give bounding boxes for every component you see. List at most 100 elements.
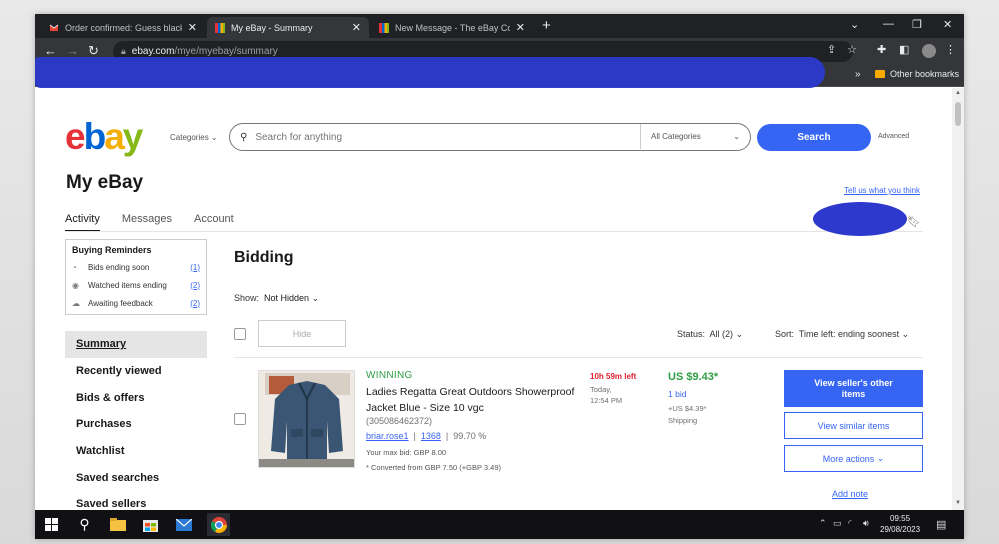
ebay-page: ebay Categories ⌄ ⚲ All Categories ⌄ Sea… [35, 88, 952, 510]
sidebar-item-watchlist[interactable]: Watchlist [65, 438, 207, 465]
taskbar-clock[interactable]: 09:55 29/08/2023 [880, 513, 920, 535]
bookmark-icon[interactable]: 🔖︎ [907, 215, 921, 228]
page-title: My eBay [66, 172, 144, 193]
forward-icon[interactable]: → [66, 44, 79, 58]
windows-start-icon[interactable] [42, 515, 61, 534]
store-icon[interactable] [141, 515, 160, 534]
seller-link[interactable]: briar.rose1 [366, 431, 409, 441]
sidebar-item-bids-offers[interactable]: Bids & offers [65, 384, 207, 411]
chrome-icon[interactable] [207, 513, 230, 536]
reminder-watched-ending[interactable]: ◉ Watched items ending (2) [72, 276, 200, 294]
reminder-count[interactable]: (1) [190, 263, 200, 272]
feedback-link[interactable]: Tell us what you think [844, 186, 920, 195]
tab-title: Order confirmed: Guess black ba [65, 22, 182, 33]
show-filter[interactable]: Show: Not Hidden ⌄ [234, 293, 319, 304]
end-day: Today, [590, 385, 612, 394]
profile-avatar[interactable] [922, 44, 936, 58]
lock-icon: 🔒︎ [121, 46, 126, 56]
redaction-scribble [35, 57, 825, 88]
item-thumbnail[interactable] [258, 370, 355, 468]
item-title-link[interactable]: Ladies Regatta Great Outdoors Showerproo… [366, 384, 581, 416]
divider [234, 357, 923, 358]
folder-icon [875, 70, 885, 78]
screenshot-frame: Order confirmed: Guess black ba ✕ My eBa… [35, 14, 964, 539]
ebay-icon [215, 22, 225, 33]
search-input[interactable] [255, 131, 636, 143]
share-icon[interactable]: ⇪ [827, 43, 836, 56]
sidebar-item-recently-viewed[interactable]: Recently viewed [65, 358, 207, 385]
hide-button[interactable]: Hide [258, 320, 346, 347]
tab-account[interactable]: Account [194, 213, 234, 232]
status-filter[interactable]: Status: All (2) ⌄ [677, 329, 743, 340]
star-icon[interactable]: ☆ [847, 43, 857, 56]
add-note-link[interactable]: Add note [832, 489, 868, 499]
close-tab-icon[interactable]: ✕ [516, 21, 525, 34]
file-explorer-icon[interactable] [108, 515, 127, 534]
tab-messages[interactable]: Messages [122, 213, 172, 232]
menu-dots-icon[interactable]: ⋮ [945, 43, 956, 56]
extensions-icon[interactable]: ✚ [877, 43, 886, 56]
categories-dropdown[interactable]: Categories ⌄ [170, 133, 218, 142]
reload-icon[interactable]: ↻ [88, 44, 99, 58]
view-seller-items-button[interactable]: View seller's other items [784, 370, 923, 407]
chevron-up-icon[interactable]: ⌃ [819, 518, 827, 529]
all-categories-select[interactable]: All Categories ⌄ [640, 124, 750, 149]
tab-order-confirmed[interactable]: Order confirmed: Guess black ba ✕ [41, 17, 205, 38]
minimize-icon[interactable]: — [883, 18, 894, 30]
wifi-icon[interactable]: ◜ [848, 518, 852, 529]
close-window-icon[interactable]: ✕ [943, 18, 952, 31]
side-panel-icon[interactable]: ◧ [899, 43, 909, 56]
back-icon[interactable]: ← [44, 44, 57, 58]
ebay-logo[interactable]: ebay [65, 116, 143, 158]
new-tab-button[interactable]: + [542, 17, 551, 35]
sort-dropdown[interactable]: Sort: Time left: ending soonest ⌄ [775, 329, 909, 340]
item-checkbox[interactable] [234, 413, 246, 425]
tab-my-ebay-summary[interactable]: My eBay - Summary ✕ [207, 17, 369, 38]
search-button[interactable]: Search [757, 124, 871, 151]
sidebar-item-summary[interactable]: Summary [65, 331, 207, 358]
status-label: Status: [677, 329, 706, 339]
more-actions-button[interactable]: More actions ⌄ [784, 445, 923, 472]
buying-reminders: Buying Reminders ◔ Bids ending soon (1) … [65, 239, 207, 315]
reminder-awaiting-feedback[interactable]: ☁ Awaiting feedback (2) [72, 294, 200, 312]
reminder-count[interactable]: (2) [190, 281, 200, 290]
gmail-icon [49, 24, 59, 31]
reminder-label: Watched items ending [88, 280, 167, 290]
item-id: (305086462372) [366, 416, 433, 426]
bookmarks-overflow[interactable]: » [855, 69, 861, 80]
reminder-bids-ending[interactable]: ◔ Bids ending soon (1) [72, 258, 200, 276]
scroll-thumb[interactable] [955, 102, 961, 126]
feedback-count-link[interactable]: 1368 [421, 431, 441, 441]
shipping-info: +US $4.39* Shipping [668, 403, 707, 427]
reminder-count[interactable]: (2) [190, 299, 200, 308]
close-tab-icon[interactable]: ✕ [188, 21, 197, 34]
battery-icon[interactable]: ▭ [833, 518, 842, 529]
scroll-up-icon[interactable]: ▲ [955, 90, 961, 96]
more-actions-label: More actions [822, 453, 875, 464]
sidebar-item-saved-searches[interactable]: Saved searches [65, 464, 207, 491]
notifications-icon[interactable]: ▤ [936, 518, 946, 531]
close-tab-icon[interactable]: ✕ [352, 21, 361, 34]
scroll-down-icon[interactable]: ▼ [955, 500, 961, 506]
volume-icon[interactable]: 🔊︎ [863, 518, 869, 529]
search-icon[interactable]: ⚲ [75, 515, 94, 534]
advanced-search-link[interactable]: Advanced [878, 133, 909, 140]
sidebar-item-purchases[interactable]: Purchases [65, 411, 207, 438]
jacket-image [259, 371, 354, 467]
tab-search-icon[interactable]: ⌄ [850, 18, 859, 31]
seller-info: briar.rose1 | 1368 | 99.70 % [366, 431, 487, 441]
logo-e: e [65, 116, 86, 157]
tab-activity[interactable]: Activity [65, 213, 100, 232]
restore-icon[interactable]: ❐ [912, 18, 922, 31]
tab-new-message[interactable]: New Message - The eBay Comm ✕ [371, 17, 533, 38]
conversion-note: * Converted from GBP 7.50 (+GBP 3.49) [366, 463, 501, 472]
page-scrollbar[interactable]: ▲ ▼ [952, 88, 964, 510]
categories-label: Categories [170, 133, 209, 142]
sidebar-item-saved-sellers[interactable]: Saved sellers [65, 491, 207, 510]
view-similar-button[interactable]: View similar items [784, 412, 923, 439]
other-bookmarks[interactable]: Other bookmarks [875, 69, 959, 79]
mail-icon[interactable] [174, 515, 193, 534]
reminders-title: Buying Reminders [72, 245, 152, 255]
bid-count-link[interactable]: 1 bid [668, 389, 686, 399]
select-all-checkbox[interactable] [234, 328, 246, 340]
